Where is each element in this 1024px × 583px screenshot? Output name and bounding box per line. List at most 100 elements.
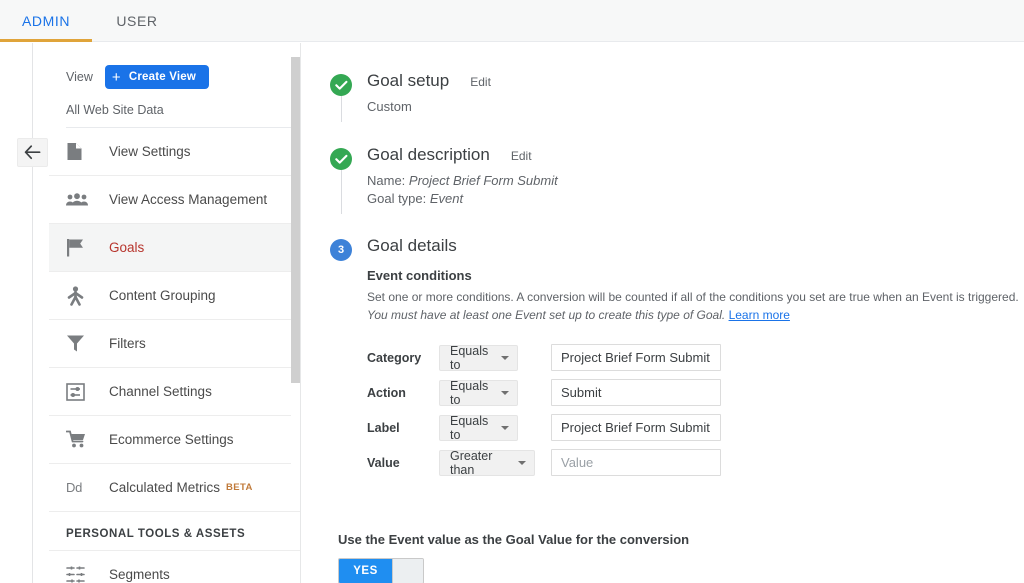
back-button[interactable]: [17, 138, 48, 167]
value-match-dropdown[interactable]: Greater than: [439, 449, 535, 477]
goal-value-toggle-title: Use the Event value as the Goal Value fo…: [338, 532, 690, 547]
event-conditions-description: Set one or more conditions. A conversion…: [367, 288, 1024, 324]
step-header: Goal description Edit: [367, 145, 1024, 165]
left-rail-divider: [32, 43, 33, 583]
label-match-value: Equals to: [450, 413, 489, 442]
goal-name-value: Project Brief Form Submit: [408, 173, 558, 188]
condition-label: Category: [367, 350, 422, 365]
goal-type-row: Goal type: Event: [367, 190, 1024, 208]
category-match-dropdown[interactable]: Equals to: [439, 344, 518, 372]
create-view-label: Create View: [128, 71, 197, 83]
goal-name-row: Name: Project Brief Form Submit: [367, 172, 1024, 190]
create-view-button[interactable]: + Create View: [104, 65, 210, 89]
step-title: Goal setup: [367, 71, 450, 90]
step-goal-description: Goal description Edit Name: Project Brie…: [330, 145, 1024, 214]
action-match-value: Equals to: [450, 378, 489, 407]
sidebar-scrollbar-thumb[interactable]: [291, 57, 300, 383]
label-match-dropdown[interactable]: Equals to: [439, 413, 518, 442]
sidebar-item-label: View Settings: [109, 144, 191, 159]
goal-setup-summary: Custom: [367, 99, 412, 114]
goal-value-toggle-switch[interactable]: YES: [338, 558, 424, 583]
chevron-down-icon: [501, 355, 509, 360]
step-title: Goal details: [367, 236, 457, 255]
document-icon: [66, 140, 94, 164]
step-number-badge: 3: [330, 239, 352, 261]
view-selector-row: View + Create View: [49, 43, 301, 91]
step-number: 3: [337, 243, 345, 256]
sidebar-item-calculated-metrics[interactable]: Dd Calculated Metrics BETA: [49, 464, 301, 512]
sidebar-item-filters[interactable]: Filters: [49, 320, 301, 368]
sidebar-item-channel-settings[interactable]: Channel Settings: [49, 368, 301, 416]
step-header: Goal details: [367, 236, 1024, 256]
sidebar-item-content-grouping[interactable]: Content Grouping: [49, 272, 301, 320]
toggle-on-segment: YES: [339, 559, 392, 583]
shopping-cart-icon: [66, 428, 94, 452]
goal-steps: Goal setup Edit Custom Goal description …: [301, 43, 1024, 494]
view-label: View: [66, 70, 93, 84]
sidebar-item-label: Content Grouping: [109, 288, 216, 303]
top-tab-bar: ADMIN USER: [0, 0, 1024, 42]
tab-admin-label: ADMIN: [21, 13, 71, 29]
condition-label: Action: [367, 385, 406, 400]
chevron-down-icon: [501, 425, 509, 430]
condition-row-category: Category Equals to: [367, 344, 1024, 372]
condition-row-label: Label Equals to: [367, 413, 1024, 442]
learn-more-link[interactable]: Learn more: [729, 308, 790, 322]
funnel-icon: [66, 332, 94, 356]
desc-italic: You must have at least one Event set up …: [367, 308, 726, 322]
condition-label: Value: [367, 455, 400, 470]
step-title: Goal description: [367, 145, 490, 164]
content-grouping-icon: [66, 284, 94, 308]
goal-type-value: Event: [429, 191, 464, 206]
action-match-dropdown[interactable]: Equals to: [439, 378, 518, 407]
plus-icon: +: [111, 68, 121, 86]
flag-icon: [66, 236, 94, 260]
condition-row-action: Action Equals to: [367, 378, 1024, 407]
segments-icon: [66, 563, 94, 583]
sidebar-item-label: View Access Management: [109, 192, 268, 207]
event-conditions-table: Category Equals to Action Equals to: [367, 344, 1024, 477]
people-group-icon: [66, 188, 94, 212]
edit-goal-setup-link[interactable]: Edit: [470, 75, 491, 89]
tab-user-label: USER: [116, 13, 158, 29]
tab-admin[interactable]: ADMIN: [0, 0, 92, 42]
sidebar-item-ecommerce-settings[interactable]: Ecommerce Settings: [49, 416, 301, 464]
goal-type-prefix: Goal type:: [367, 191, 430, 206]
goal-editor-main: Goal setup Edit Custom Goal description …: [301, 43, 1024, 583]
arrow-left-icon: [24, 145, 41, 160]
chevron-down-icon: [501, 390, 509, 395]
beta-badge: BETA: [226, 482, 253, 493]
step-connector: [341, 165, 342, 214]
value-input[interactable]: [551, 449, 721, 476]
sidebar-item-view-settings[interactable]: View Settings: [49, 128, 301, 176]
event-conditions-heading: Event conditions: [367, 268, 472, 283]
sidebar-item-label: Calculated Metrics: [109, 480, 221, 495]
desc-text: Set one or more conditions. A conversion…: [367, 290, 1019, 304]
sidebar-item-label: Filters: [109, 336, 146, 351]
step-header: Goal setup Edit: [367, 71, 1024, 91]
dd-icon: Dd: [66, 480, 83, 495]
step-goal-setup: Goal setup Edit Custom: [330, 71, 1024, 122]
goal-value-toggle-section: Use the Event value as the Goal Value fo…: [301, 532, 1024, 583]
goal-description-summary: Name: Project Brief Form Submit Goal typ…: [367, 172, 1024, 208]
current-view-name[interactable]: All Web Site Data: [49, 91, 301, 127]
sidebar-item-label: Segments: [109, 567, 170, 582]
sidebar-section-personal-tools: PERSONAL TOOLS & ASSETS: [49, 512, 301, 551]
toggle-state-label: YES: [353, 565, 378, 577]
label-value-input[interactable]: [551, 414, 721, 441]
sidebar-item-label: Ecommerce Settings: [109, 432, 234, 447]
condition-row-value: Value Greater than: [367, 449, 1024, 477]
sidebar-item-label: Channel Settings: [109, 384, 212, 399]
sidebar-item-goals[interactable]: Goals: [49, 224, 301, 272]
sidebar-item-segments[interactable]: Segments: [49, 551, 301, 583]
step-goal-details: 3 Goal details Event conditions Set one …: [330, 236, 1024, 494]
sidebar-item-view-access-management[interactable]: View Access Management: [49, 176, 301, 224]
condition-label: Label: [367, 420, 400, 435]
chevron-down-icon: [518, 460, 526, 465]
check-circle-icon: [330, 74, 352, 96]
sidebar-item-label: Goals: [109, 240, 145, 255]
action-value-input[interactable]: [551, 379, 721, 406]
tab-user[interactable]: USER: [92, 0, 182, 42]
category-value-input[interactable]: [551, 344, 721, 371]
edit-goal-description-link[interactable]: Edit: [511, 149, 532, 163]
